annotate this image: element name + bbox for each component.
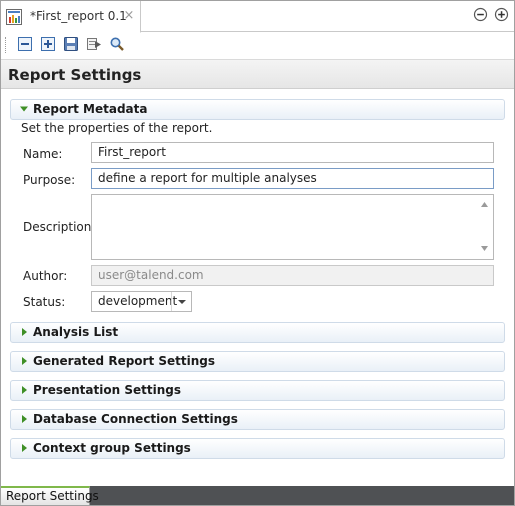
editor-tab-first-report[interactable]: *First_report 0.1 × (1, 1, 141, 33)
editor-tab-label: *First_report 0.1 (30, 9, 127, 23)
author-field: user@talend.com (91, 265, 494, 286)
chevron-right-icon (22, 386, 27, 394)
description-scrollbar[interactable] (476, 195, 493, 259)
section-report-metadata[interactable]: Report Metadata (10, 99, 505, 120)
scroll-up-icon[interactable] (481, 202, 488, 207)
name-label: Name: (23, 147, 63, 161)
save-icon[interactable] (63, 36, 79, 52)
name-field[interactable]: First_report (91, 142, 494, 163)
form-body: Report Metadata Set the properties of th… (1, 90, 514, 486)
page-tab-bar: Report Settings (1, 486, 514, 505)
editor-toolbar (1, 33, 514, 58)
run-report-icon[interactable] (86, 36, 102, 52)
section-title: Analysis List (33, 325, 119, 339)
search-icon[interactable] (109, 36, 125, 52)
section-description: Set the properties of the report. (21, 121, 213, 135)
section-title: Report Metadata (33, 102, 148, 116)
status-label: Status: (23, 295, 66, 309)
tab-report-settings[interactable]: Report Settings (1, 486, 99, 505)
toolbar-grip (5, 37, 8, 53)
form-header: Report Settings (1, 59, 514, 89)
purpose-field[interactable]: define a report for multiple analyses (91, 168, 494, 189)
section-context-group-settings[interactable]: Context group Settings (10, 438, 505, 459)
section-title: Presentation Settings (33, 383, 181, 397)
collapse-all-icon[interactable] (17, 36, 33, 52)
section-database-connection-settings[interactable]: Database Connection Settings (10, 409, 505, 430)
page-title: Report Settings (8, 66, 142, 84)
expand-all-icon[interactable] (40, 36, 56, 52)
chevron-right-icon (22, 357, 27, 365)
description-label: Description: (23, 220, 96, 234)
chevron-right-icon (22, 328, 27, 336)
section-generated-report-settings[interactable]: Generated Report Settings (10, 351, 505, 372)
scroll-down-icon[interactable] (481, 246, 488, 251)
section-title: Generated Report Settings (33, 354, 216, 368)
section-presentation-settings[interactable]: Presentation Settings (10, 380, 505, 401)
report-chart-icon (6, 9, 22, 25)
description-field[interactable] (91, 194, 494, 260)
status-dropdown-button[interactable] (171, 292, 191, 311)
chevron-right-icon (22, 415, 27, 423)
author-label: Author: (23, 269, 68, 283)
section-title: Database Connection Settings (33, 412, 238, 426)
purpose-label: Purpose: (23, 173, 76, 187)
maximize-icon[interactable] (494, 7, 509, 22)
close-icon[interactable]: × (123, 9, 135, 23)
chevron-down-icon (20, 106, 28, 112)
report-editor-window: *First_report 0.1 × Report Settings Repo… (0, 0, 515, 506)
editor-tab-strip: *First_report 0.1 × (1, 1, 514, 33)
status-value: development (98, 294, 178, 308)
tab-label: Report Settings (6, 489, 99, 503)
status-select[interactable]: development (91, 291, 192, 312)
chevron-down-icon (178, 300, 186, 304)
section-title: Context group Settings (33, 441, 191, 455)
minimize-icon[interactable] (473, 7, 488, 22)
section-analysis-list[interactable]: Analysis List (10, 322, 505, 343)
chevron-right-icon (22, 444, 27, 452)
